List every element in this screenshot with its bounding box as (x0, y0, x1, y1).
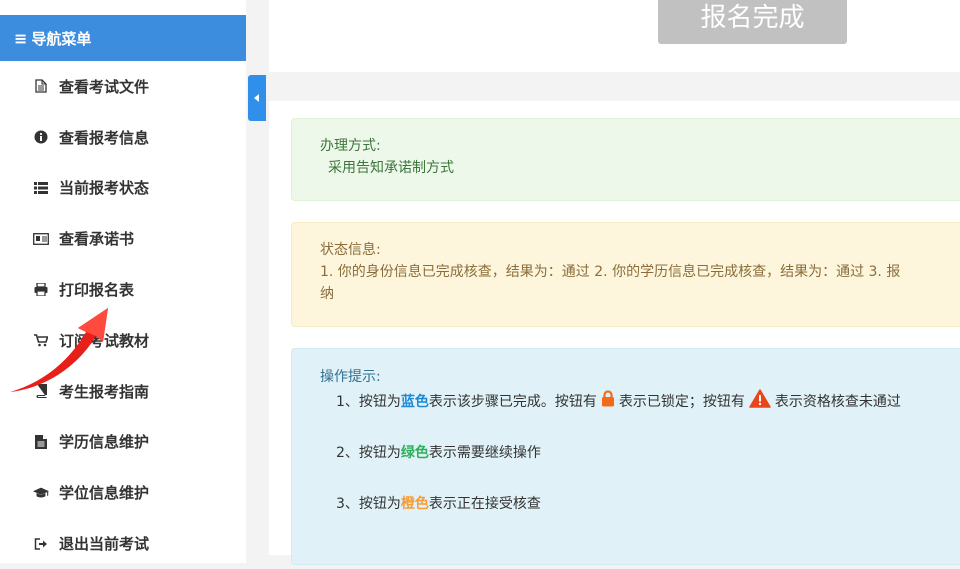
main-top-panel (269, 0, 960, 72)
nav-menu-header[interactable]: ≡ 导航菜单 (0, 15, 246, 61)
handling-method-value: 采用告知承诺制方式 (328, 160, 454, 176)
nav-menu-header-label: 导航菜单 (31, 29, 92, 48)
sidebar-item-print-form[interactable]: 打印报名表 (0, 264, 246, 315)
sidebar-item-label: 打印报名表 (59, 281, 135, 300)
sign-out-icon (33, 537, 49, 550)
status-info-alert: 状态信息: 1. 你的身份信息已完成核查，结果为：通过 2. 你的学历信息已完成… (291, 222, 960, 327)
caret-left-icon (254, 94, 259, 102)
document-icon (33, 434, 49, 449)
sidebar-item-label: 查看考试文件 (59, 77, 150, 96)
tip-1-mid2: 表示已锁定；按钮有 (618, 394, 745, 410)
sidebar-item-degree-info[interactable]: 学位信息维护 (0, 467, 246, 518)
sidebar-item-label: 当前报考状态 (59, 179, 150, 198)
warning-icon (749, 389, 771, 415)
tip-1-prefix: 1、按钮为 (336, 394, 401, 410)
sidebar-item-label: 学历信息维护 (59, 433, 150, 452)
id-card-icon (33, 232, 49, 245)
sidebar-item-label: 订阅考试教材 (59, 331, 150, 350)
tip-line-2: 2、按钮为 绿色 表示需要继续操作 (336, 442, 960, 464)
book-icon (33, 384, 49, 399)
handling-method-title: 办理方式: (320, 138, 381, 154)
list-icon (33, 181, 49, 194)
sidebar-item-label: 考生报考指南 (59, 382, 150, 401)
graduation-cap-icon (33, 487, 49, 499)
tip-1-mid: 表示该步骤已完成。按钮有 (428, 394, 597, 410)
operation-tips-alert: 操作提示: 1、按钮为 蓝色 表示该步骤已完成。按钮有 表示已锁定；按钮有 表示… (291, 348, 960, 565)
sidebar-item-view-exam-files[interactable]: 查看考试文件 (0, 61, 246, 112)
sidebar-item-exit-exam[interactable]: 退出当前考试 (0, 518, 246, 569)
status-info-line-2: 纳 (320, 286, 334, 302)
sidebar-item-current-status[interactable]: 当前报考状态 (0, 163, 246, 214)
sidebar-item-view-commitment[interactable]: 查看承诺书 (0, 213, 246, 264)
sidebar-item-label: 学位信息维护 (59, 484, 150, 503)
tip-line-3: 3、按钮为 橙色 表示正在接受核查 (336, 493, 960, 515)
tip-2-suffix: 表示需要继续操作 (428, 445, 541, 461)
tip-1-suffix: 表示资格核查未通过 (774, 394, 901, 410)
handling-method-alert: 办理方式: 采用告知承诺制方式 (291, 118, 960, 201)
sidebar-item-label: 退出当前考试 (59, 535, 150, 554)
bars-icon: ≡ (14, 28, 28, 48)
tip-line-1: 1、按钮为 蓝色 表示该步骤已完成。按钮有 表示已锁定；按钮有 表示资格核查未通… (336, 389, 960, 415)
file-text-icon (33, 79, 49, 94)
tip-3-prefix: 3、按钮为 (336, 496, 401, 512)
sidebar-top-spacer (0, 0, 246, 15)
status-info-title: 状态信息: (320, 242, 381, 258)
register-done-button[interactable]: 报名完成 (658, 0, 847, 44)
sidebar-item-order-textbooks[interactable]: 订阅考试教材 (0, 315, 246, 366)
tip-2-color-word: 绿色 (400, 445, 429, 461)
tip-3-suffix: 表示正在接受核查 (428, 496, 541, 512)
operation-tips-title: 操作提示: (320, 369, 381, 385)
status-info-line-1: 1. 你的身份信息已完成核查，结果为：通过 2. 你的学历信息已完成核查，结果为… (320, 264, 901, 280)
sidebar: ≡ 导航菜单 查看考试文件 查看报考信息 当前报考状态 查看承诺书 打印报名表 (0, 0, 246, 563)
sidebar-item-view-registration-info[interactable]: 查看报考信息 (0, 112, 246, 163)
sidebar-collapse-button[interactable] (248, 75, 266, 121)
sidebar-item-exam-guide[interactable]: 考生报考指南 (0, 366, 246, 417)
tip-2-prefix: 2、按钮为 (336, 445, 401, 461)
sidebar-item-label: 查看承诺书 (59, 230, 135, 249)
cart-icon (33, 334, 49, 347)
tip-3-color-word: 橙色 (400, 496, 429, 512)
info-circle-icon (33, 130, 49, 144)
lock-icon (601, 390, 615, 414)
sidebar-item-education-info[interactable]: 学历信息维护 (0, 417, 246, 468)
sidebar-item-label: 查看报考信息 (59, 128, 150, 147)
printer-icon (33, 283, 49, 297)
tip-1-color-word: 蓝色 (400, 394, 429, 410)
